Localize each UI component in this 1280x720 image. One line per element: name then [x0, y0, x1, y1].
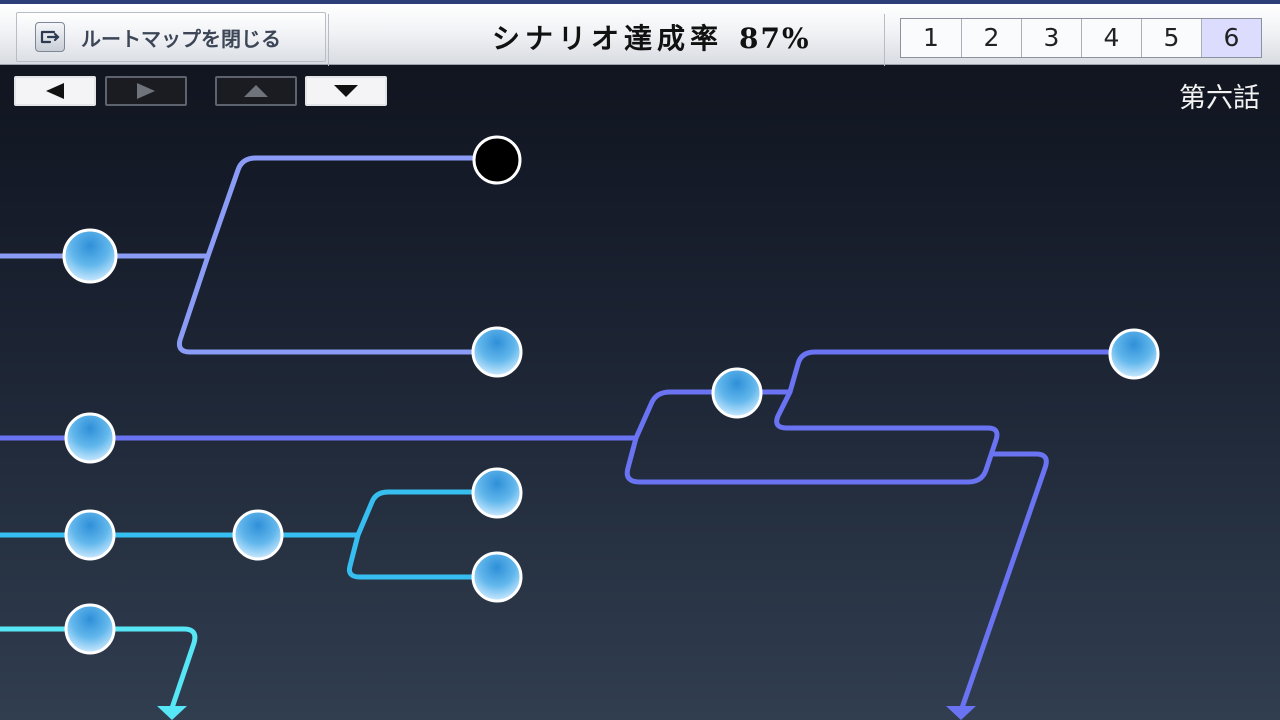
- route-node[interactable]: [64, 412, 116, 464]
- route-node[interactable]: [62, 228, 118, 284]
- route-node[interactable]: [711, 367, 763, 419]
- route-node[interactable]: [64, 509, 116, 561]
- route-map: [0, 135, 1160, 720]
- route-node[interactable]: [471, 551, 523, 603]
- route-arrow-down: [946, 706, 976, 720]
- route-node[interactable]: [471, 467, 523, 519]
- route-node[interactable]: [232, 509, 284, 561]
- route-line-middle: [0, 349, 1136, 711]
- route-node[interactable]: [1108, 328, 1160, 380]
- route-node[interactable]: [64, 603, 116, 655]
- route-node[interactable]: [471, 326, 523, 378]
- route-node-unvisited[interactable]: [472, 135, 522, 185]
- route-arrow-down: [157, 706, 187, 720]
